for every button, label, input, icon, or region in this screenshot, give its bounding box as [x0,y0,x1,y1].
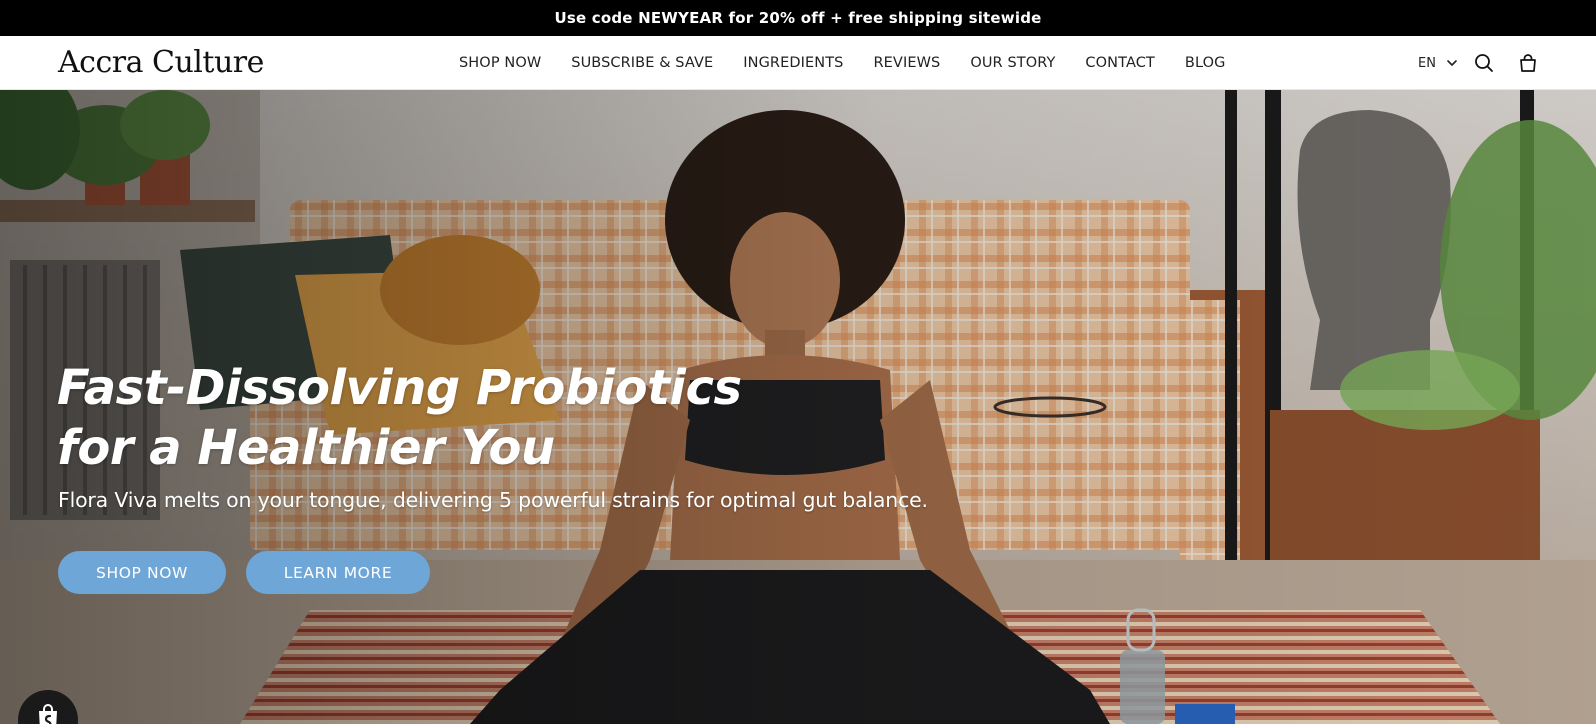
search-icon[interactable] [1473,52,1495,74]
hero-subheadline: Flora Viva melts on your tongue, deliver… [58,488,928,512]
announcement-text: Use code NEWYEAR for 20% off + free ship… [554,9,1042,27]
hero-headline-line1: Fast-Dissolving Probiotics [57,360,742,416]
main-nav: SHOP NOW SUBSCRIBE & SAVE INGREDIENTS RE… [459,36,1255,90]
site-header: Accra Culture SHOP NOW SUBSCRIBE & SAVE … [0,36,1596,90]
nav-ingredients[interactable]: INGREDIENTS [743,55,843,71]
announcement-bar: Use code NEWYEAR for 20% off + free ship… [0,0,1596,36]
nav-subscribe-save[interactable]: SUBSCRIBE & SAVE [571,55,713,71]
nav-our-story[interactable]: OUR STORY [970,55,1055,71]
hero-headline: Fast-Dissolving Probiotics for a Healthi… [57,358,742,478]
shopping-bag-icon[interactable] [1517,52,1539,74]
nav-contact[interactable]: CONTACT [1085,55,1154,71]
language-selector[interactable]: EN [1418,36,1458,90]
nav-reviews[interactable]: REVIEWS [873,55,940,71]
nav-blog[interactable]: BLOG [1185,55,1226,71]
brand-logo[interactable]: Accra Culture [58,45,264,80]
chevron-down-icon [1447,60,1457,66]
hero-banner: Fast-Dissolving Probiotics for a Healthi… [0,90,1596,724]
learn-more-button[interactable]: LEARN MORE [246,551,430,594]
language-label: EN [1418,55,1436,71]
nav-shop-now[interactable]: SHOP NOW [459,55,541,71]
shopify-bag-icon [39,704,57,724]
hero-headline-line2: for a Healthier You [57,420,555,476]
shop-now-button[interactable]: SHOP NOW [58,551,226,594]
